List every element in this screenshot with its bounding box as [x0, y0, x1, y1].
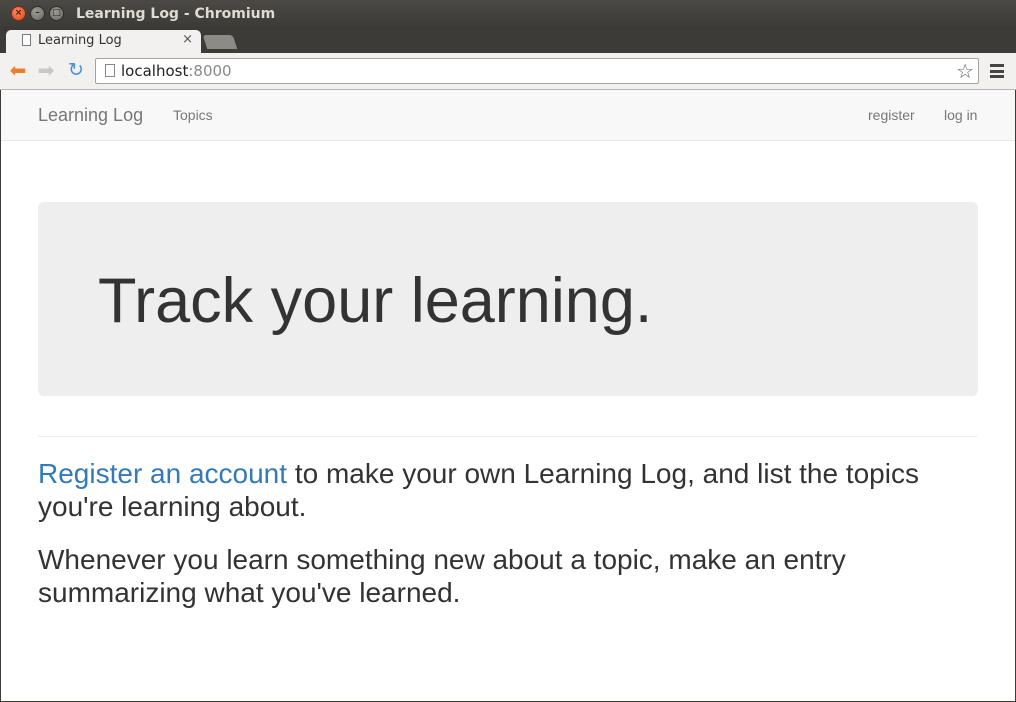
reload-icon[interactable]: ↻ [65, 59, 87, 81]
register-account-link[interactable]: Register an account [38, 458, 287, 489]
page-favicon-icon [22, 34, 31, 46]
browser-tab[interactable]: Learning Log × [6, 30, 201, 53]
nav-login-link[interactable]: log in [944, 107, 977, 123]
entry-paragraph: Whenever you learn something new about a… [38, 544, 846, 608]
page-title: Track your learning. [98, 266, 653, 336]
url-host: localhost [121, 62, 189, 80]
brand-link[interactable]: Learning Log [38, 105, 143, 126]
url-port: :8000 [188, 62, 232, 80]
nav-topics-link[interactable]: Topics [173, 107, 213, 123]
address-bar[interactable]: localhost:8000 ☆ [95, 58, 979, 84]
url-text[interactable]: localhost:8000 [121, 62, 232, 80]
page-icon [105, 64, 115, 77]
back-arrow-icon[interactable]: ⬅ [7, 59, 29, 81]
window-minimize-button[interactable]: – [30, 6, 45, 21]
browser-toolbar: ⬅ ➡ ↻ localhost:8000 ☆ [0, 53, 1016, 90]
tab-close-icon[interactable]: × [182, 32, 193, 47]
window-maximize-button[interactable]: □ [49, 6, 64, 21]
window-close-button[interactable]: × [11, 6, 26, 21]
new-tab-button[interactable] [202, 35, 238, 49]
jumbotron: Track your learning. [38, 202, 978, 396]
window-title: Learning Log - Chromium [76, 6, 276, 22]
tab-label: Learning Log [38, 33, 122, 48]
forward-arrow-icon[interactable]: ➡ [35, 59, 57, 81]
site-navbar: Learning Log Topics register log in [1, 90, 1015, 141]
page-viewport: Learning Log Topics register log in Trac… [1, 90, 1015, 701]
nav-register-link[interactable]: register [868, 107, 915, 123]
intro-paragraph: Register an account to make your own Lea… [38, 457, 978, 523]
window-titlebar: × – □ Learning Log - Chromium [0, 0, 1016, 30]
divider [38, 436, 978, 437]
browser-menu-icon[interactable] [990, 64, 1004, 78]
bookmark-star-icon[interactable]: ☆ [956, 59, 974, 83]
